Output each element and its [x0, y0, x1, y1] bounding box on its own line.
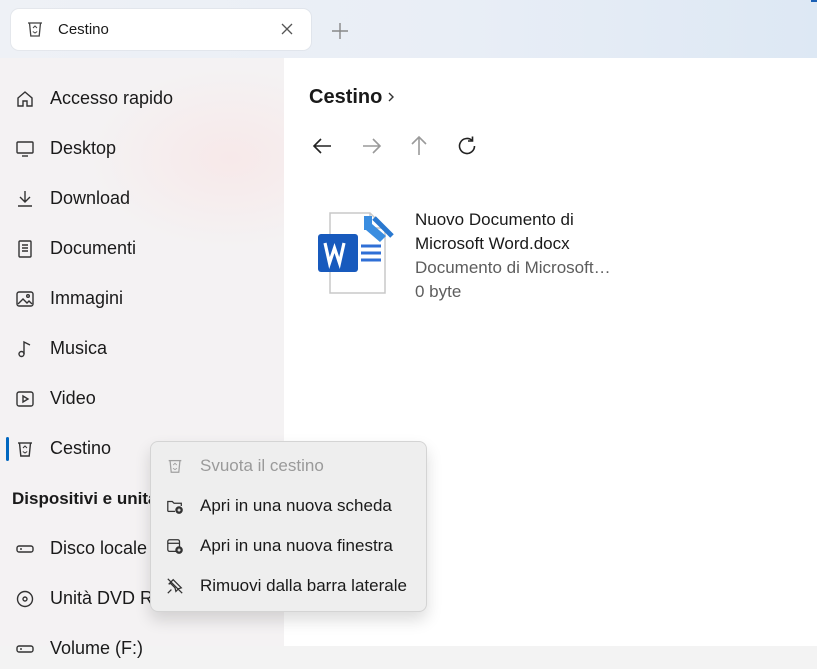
- new-window-icon: [166, 537, 184, 555]
- recycle-bin-icon: [25, 19, 45, 39]
- breadcrumb[interactable]: Cestino: [309, 86, 382, 109]
- monitor-icon: [15, 139, 35, 159]
- file-item[interactable]: Nuovo Documento di Microsoft Word.docx D…: [314, 206, 634, 301]
- title-bar: Cestino: [0, 0, 817, 58]
- menu-item-label: Apri in una nuova finestra: [200, 536, 393, 555]
- sidebar-item-accesso-rapido[interactable]: Accesso rapido: [0, 79, 284, 119]
- up-arrow-icon[interactable]: [406, 133, 432, 159]
- sidebar-item-label: Download: [50, 188, 131, 208]
- file-type: Documento di Microsoft…: [415, 258, 611, 277]
- menu-item-apri-nuova-scheda[interactable]: Apri in una nuova scheda: [151, 486, 426, 526]
- tab-cestino[interactable]: Cestino: [11, 9, 311, 50]
- chevron-right-icon[interactable]: [384, 90, 398, 104]
- context-menu: Svuota il cestino Apri in una nuova sche…: [150, 441, 427, 612]
- drive-icon: [15, 539, 35, 559]
- window-accent: [811, 0, 817, 2]
- menu-item-rimuovi-barra-laterale[interactable]: Rimuovi dalla barra laterale: [151, 566, 426, 606]
- menu-item-label: Svuota il cestino: [200, 456, 324, 475]
- refresh-icon[interactable]: [454, 133, 480, 159]
- menu-item-svuota-cestino[interactable]: Svuota il cestino: [151, 446, 426, 486]
- unpin-icon: [166, 577, 184, 595]
- music-icon: [15, 339, 35, 359]
- download-icon: [15, 189, 35, 209]
- selection-indicator: [6, 437, 9, 461]
- file-name: Nuovo Documento di Microsoft Word.docx: [415, 210, 574, 253]
- image-icon: [15, 289, 35, 309]
- plus-icon[interactable]: [329, 20, 351, 42]
- menu-item-apri-nuova-finestra[interactable]: Apri in una nuova finestra: [151, 526, 426, 566]
- word-document-icon: [314, 208, 404, 298]
- sidebar-item-label: Documenti: [50, 238, 137, 258]
- sidebar-item-label: Immagini: [50, 288, 124, 308]
- file-size: 0 byte: [415, 282, 462, 301]
- sidebar-item-download[interactable]: Download: [0, 179, 284, 219]
- sidebar-item-musica[interactable]: Musica: [0, 329, 284, 369]
- home-icon: [15, 89, 35, 109]
- section-header-devices[interactable]: Dispositivi e unità: [12, 489, 157, 509]
- drive-icon: [15, 639, 35, 659]
- sidebar-item-label: Accesso rapido: [50, 88, 174, 108]
- recycle-bin-icon: [15, 439, 35, 459]
- recycle-bin-icon: [166, 457, 184, 475]
- sidebar-item-label: Video: [50, 388, 96, 408]
- dvd-icon: [15, 589, 35, 609]
- sidebar-item-label: Musica: [50, 338, 108, 358]
- sidebar-item-label: Desktop: [50, 138, 117, 158]
- new-tab-icon: [166, 497, 184, 515]
- sidebar-item-video[interactable]: Video: [0, 379, 284, 419]
- sidebar-item-immagini[interactable]: Immagini: [0, 279, 284, 319]
- tab-label: Cestino: [58, 21, 109, 38]
- video-icon: [15, 389, 35, 409]
- sidebar-item-documenti[interactable]: Documenti: [0, 229, 284, 269]
- document-icon: [15, 239, 35, 259]
- close-icon[interactable]: [279, 21, 295, 37]
- sidebar-item-volume[interactable]: Volume (F:): [0, 629, 284, 669]
- sidebar-item-label: Disco locale (: [50, 538, 159, 558]
- forward-arrow-icon[interactable]: [358, 133, 384, 159]
- sidebar-item-label: Volume (F:): [50, 638, 144, 658]
- menu-item-label: Rimuovi dalla barra laterale: [200, 576, 407, 595]
- sidebar-item-label: Cestino: [50, 438, 112, 458]
- sidebar-item-desktop[interactable]: Desktop: [0, 129, 284, 169]
- menu-item-label: Apri in una nuova scheda: [200, 496, 392, 515]
- back-arrow-icon[interactable]: [310, 133, 336, 159]
